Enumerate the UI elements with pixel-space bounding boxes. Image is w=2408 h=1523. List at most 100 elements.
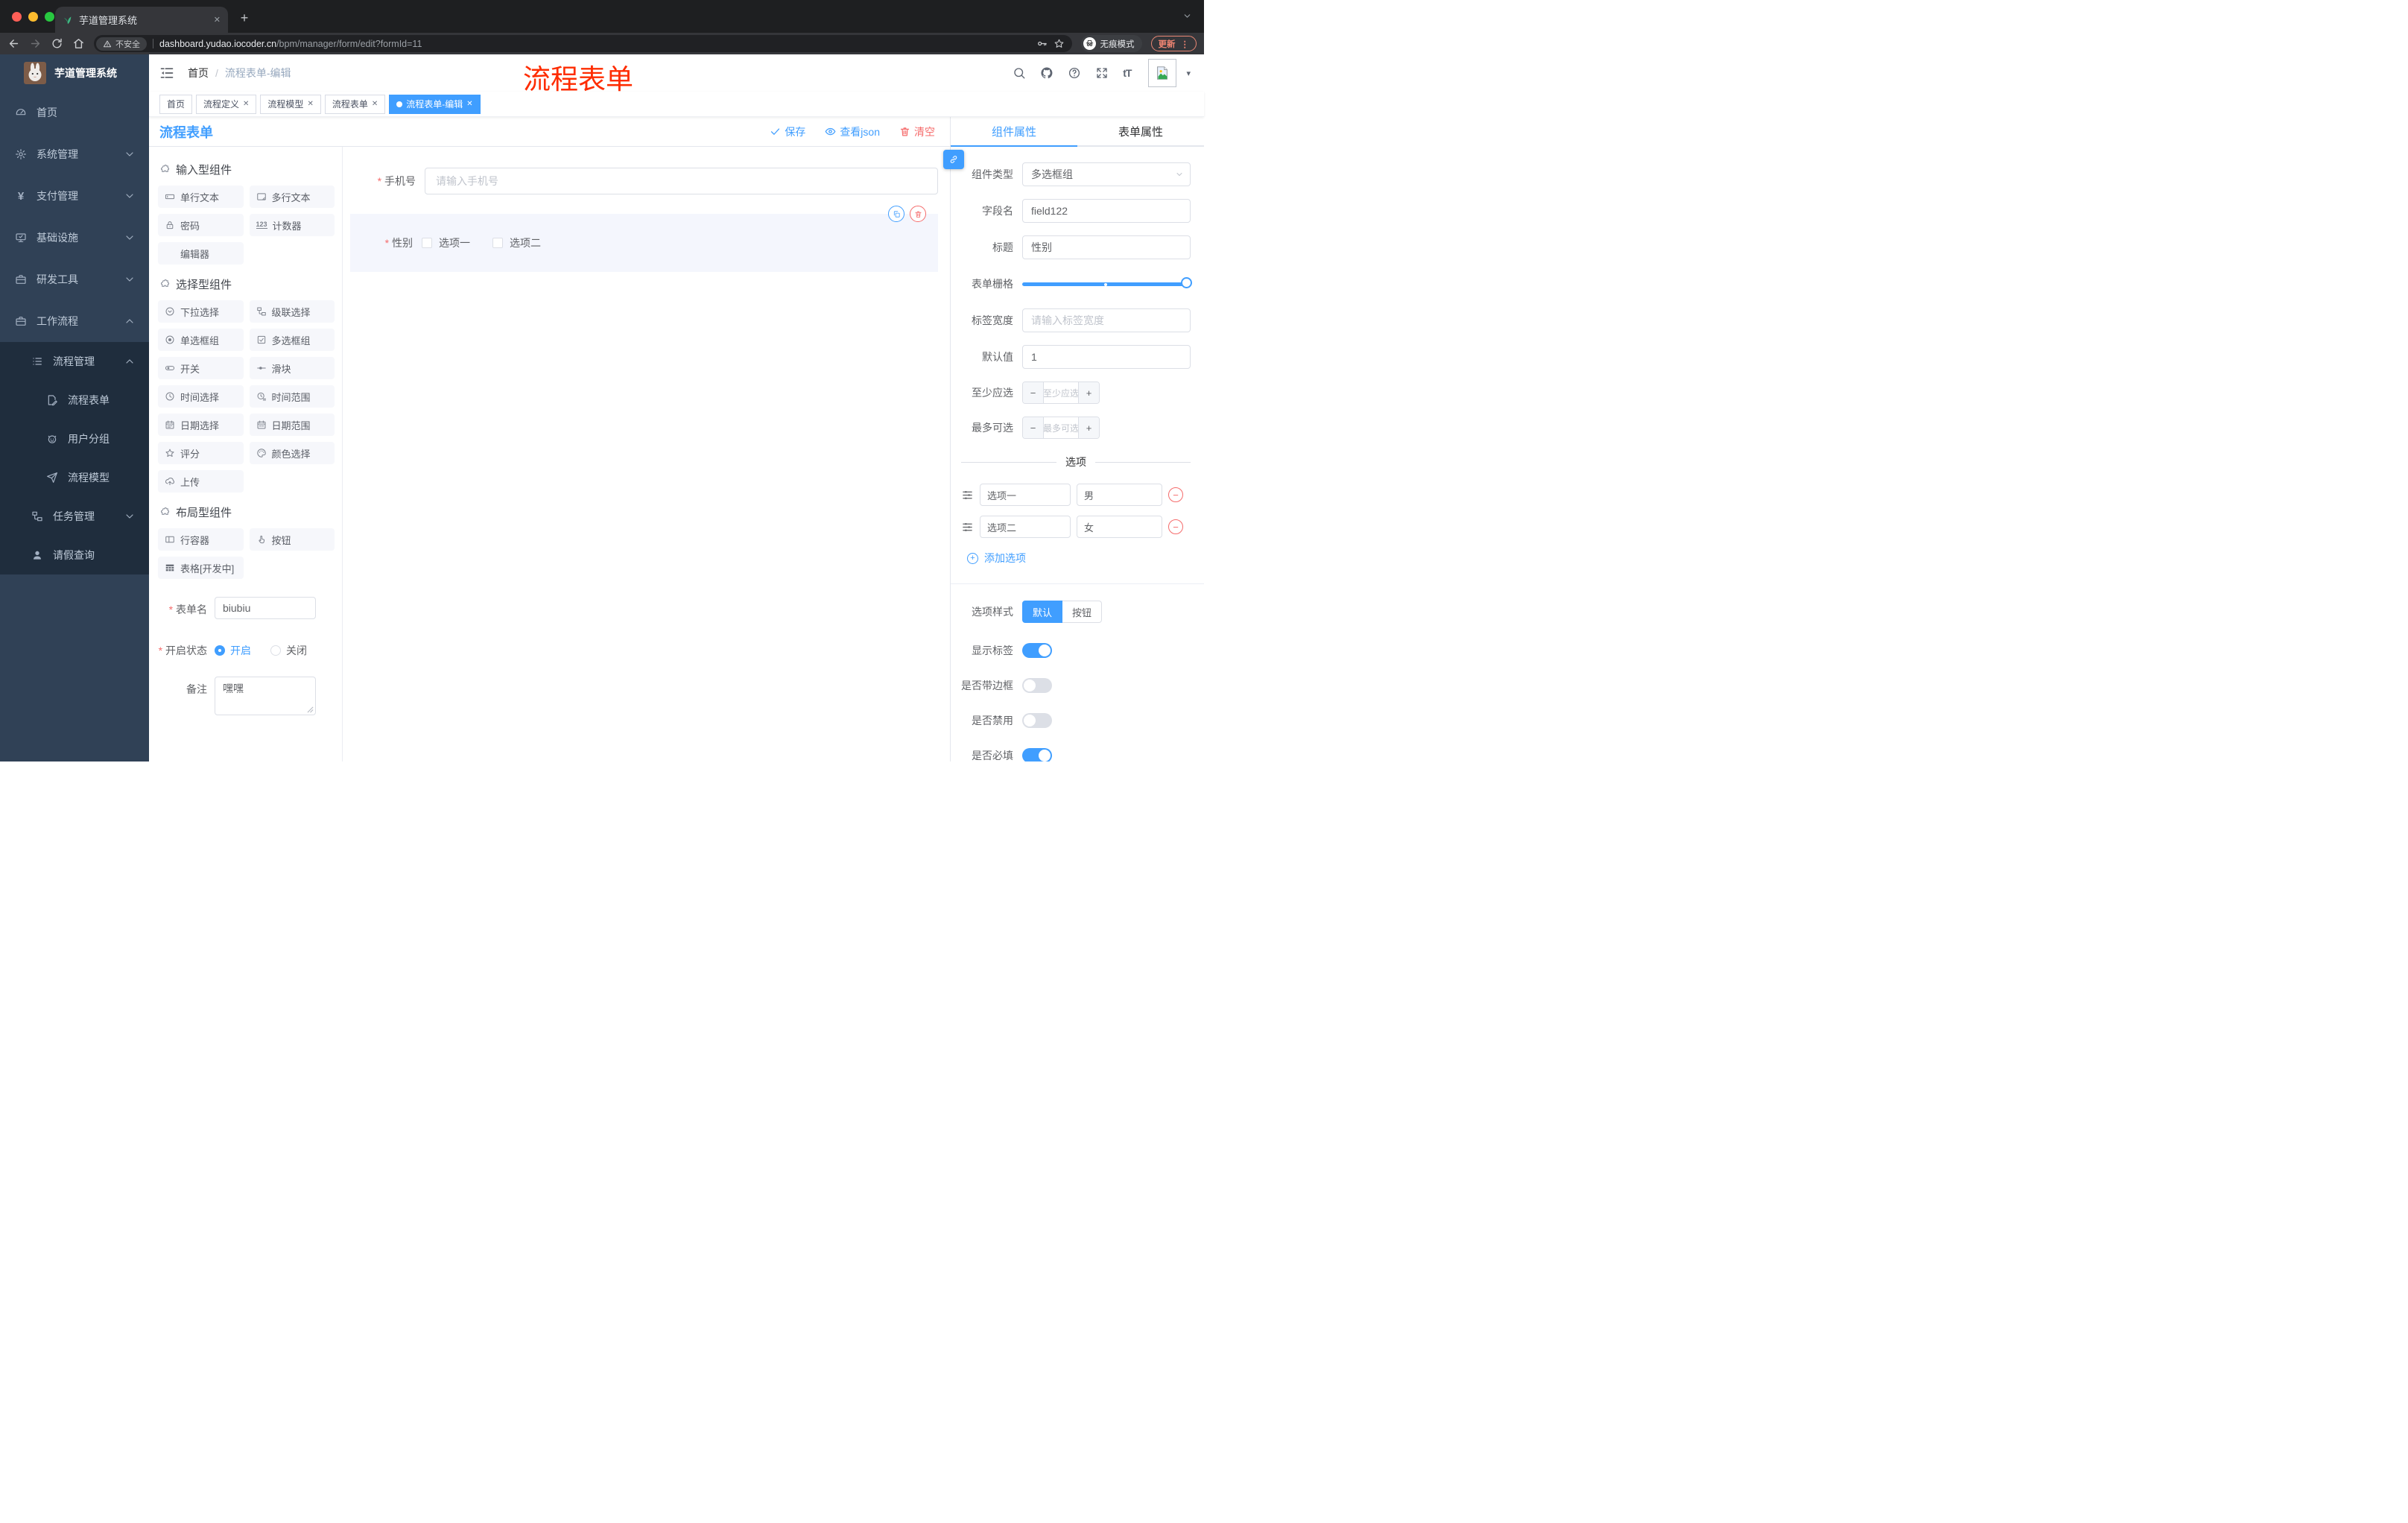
tag-close-icon[interactable]: ✕ [307,100,313,108]
palette-item-row-container[interactable]: 行容器 [158,528,244,551]
style-button-button[interactable]: 按钮 [1062,601,1103,623]
palette-item-multi-line-text[interactable]: 多行文本 [249,186,335,208]
security-badge[interactable]: 不安全 [96,37,147,51]
tag-process-definition[interactable]: 流程定义 ✕ [196,94,257,114]
max-select-input[interactable]: 最多可选 [1043,417,1079,438]
canvas-selected-component[interactable]: 性别 选项一 选项二 [350,206,938,272]
duplicate-component-button[interactable] [888,206,904,222]
tag-close-icon[interactable]: ✕ [372,100,378,108]
checkbox-unchecked-icon[interactable] [422,238,432,248]
drag-handle-icon[interactable] [961,521,974,533]
window-close-button[interactable] [12,12,22,22]
title-input[interactable] [1022,235,1191,259]
back-icon[interactable] [7,37,20,50]
sidebar-item-task-mgmt[interactable]: 任务管理 [0,497,149,536]
label-width-input[interactable] [1022,308,1191,332]
password-key-icon[interactable] [1036,38,1048,49]
user-avatar[interactable] [1148,59,1177,87]
tag-home[interactable]: 首页 [159,94,193,114]
avatar-caret-icon[interactable]: ▾ [1186,69,1191,78]
breadcrumb-home[interactable]: 首页 [188,66,209,80]
tab-close-icon[interactable]: ✕ [214,15,221,25]
clear-button[interactable]: 清空 [899,124,935,139]
checkbox-unchecked-icon[interactable] [492,238,503,248]
sidebar-item-process-model[interactable]: 流程模型 [0,458,149,497]
palette-item-upload[interactable]: 上传 [158,470,244,493]
component-type-select[interactable]: 多选框组 [1022,162,1191,186]
search-icon[interactable] [1013,66,1026,80]
browser-menu-dots-icon[interactable]: ⋮ [1181,39,1190,49]
delete-component-button[interactable] [910,206,926,222]
help-icon[interactable] [1068,66,1081,80]
disabled-toggle[interactable] [1022,713,1052,728]
tag-close-icon[interactable]: ✕ [243,100,249,108]
stepper-increase-button[interactable]: + [1079,417,1099,438]
option-2-label-input[interactable] [980,516,1071,538]
drag-handle-icon[interactable] [961,489,974,501]
home-icon[interactable] [72,37,85,50]
sidebar-item-process-form[interactable]: 流程表单 [0,381,149,419]
palette-item-single-line-text[interactable]: 单行文本 [158,186,244,208]
tag-process-form-edit[interactable]: 流程表单-编辑 ✕ [389,94,481,114]
checkbox-option-1[interactable]: 选项一 [422,235,470,250]
tag-process-model[interactable]: 流程模型 ✕ [260,94,321,114]
tag-close-icon[interactable]: ✕ [466,100,472,108]
show-label-toggle[interactable] [1022,643,1052,658]
add-option-button[interactable]: + 添加选项 [967,551,1191,566]
browser-update-button[interactable]: 更新 ⋮ [1150,36,1197,51]
window-minimize-button[interactable] [28,12,38,22]
palette-item-time-picker[interactable]: 时间选择 [158,385,244,408]
sidebar-item-system-mgmt[interactable]: 系统管理 [0,133,149,175]
fullscreen-icon[interactable] [1095,66,1109,80]
save-button[interactable]: 保存 [770,124,805,139]
tag-process-form[interactable]: 流程表单 ✕ [324,94,386,114]
sidebar-item-dev-tools[interactable]: 研发工具 [0,259,149,300]
min-select-input[interactable]: 至少应选 [1043,382,1079,403]
border-toggle[interactable] [1022,678,1052,693]
default-value-input[interactable] [1022,345,1191,369]
stepper-increase-button[interactable]: + [1079,382,1099,403]
resize-grip-icon[interactable] [307,706,314,713]
window-zoom-button[interactable] [45,12,54,22]
palette-item-switch[interactable]: 开关 [158,357,244,379]
tab-search-chevron-icon[interactable] [1182,11,1192,21]
stepper-decrease-button[interactable]: − [1023,417,1043,438]
remove-option-button[interactable]: − [1168,487,1183,502]
stepper-decrease-button[interactable]: − [1023,382,1043,403]
sidebar-item-workflow[interactable]: 工作流程 [0,300,149,342]
radio-open[interactable]: 开启 [215,643,251,658]
palette-item-password[interactable]: 密码 [158,214,244,236]
palette-item-date-range[interactable]: 日期范围 [249,414,335,436]
sidebar-item-process-mgmt[interactable]: 流程管理 [0,342,149,381]
sidebar-item-payment-mgmt[interactable]: ¥ 支付管理 [0,175,149,217]
sidebar-item-leave-query[interactable]: 请假查询 [0,536,149,574]
phone-input[interactable] [425,168,938,194]
palette-item-time-range[interactable]: 时间范围 [249,385,335,408]
palette-item-counter[interactable]: 123 计数器 [249,214,335,236]
palette-item-rate[interactable]: 评分 [158,442,244,464]
bookmark-star-icon[interactable] [1054,38,1065,49]
palette-item-radio-group[interactable]: 单选框组 [158,329,244,351]
grid-slider[interactable] [1022,272,1192,296]
palette-item-date-picker[interactable]: 日期选择 [158,414,244,436]
palette-item-slider[interactable]: 滑块 [249,357,335,379]
palette-item-checkbox-group[interactable]: 多选框组 [249,329,335,351]
form-remark-textarea[interactable]: 嘿嘿 [215,677,316,715]
sidebar-item-infrastructure[interactable]: 基础设施 [0,217,149,259]
option-1-label-input[interactable] [980,484,1071,506]
new-tab-button[interactable]: + [234,7,255,28]
sidebar-logo[interactable]: 芋道管理系统 [0,54,149,92]
slider-handle[interactable] [1181,277,1192,288]
form-name-input[interactable] [215,597,316,619]
palette-item-cascader[interactable]: 级联选择 [249,300,335,323]
option-1-value-input[interactable] [1077,484,1162,506]
style-default-button[interactable]: 默认 [1022,601,1063,623]
palette-item-button[interactable]: 按钮 [249,528,335,551]
reload-icon[interactable] [51,37,63,50]
palette-item-color-picker[interactable]: 颜色选择 [249,442,335,464]
palette-item-select[interactable]: 下拉选择 [158,300,244,323]
palette-item-table[interactable]: 表格[开发中] [158,557,244,579]
option-2-value-input[interactable] [1077,516,1162,538]
field-bind-link-tag[interactable] [943,150,964,169]
field-name-input[interactable] [1022,199,1191,223]
